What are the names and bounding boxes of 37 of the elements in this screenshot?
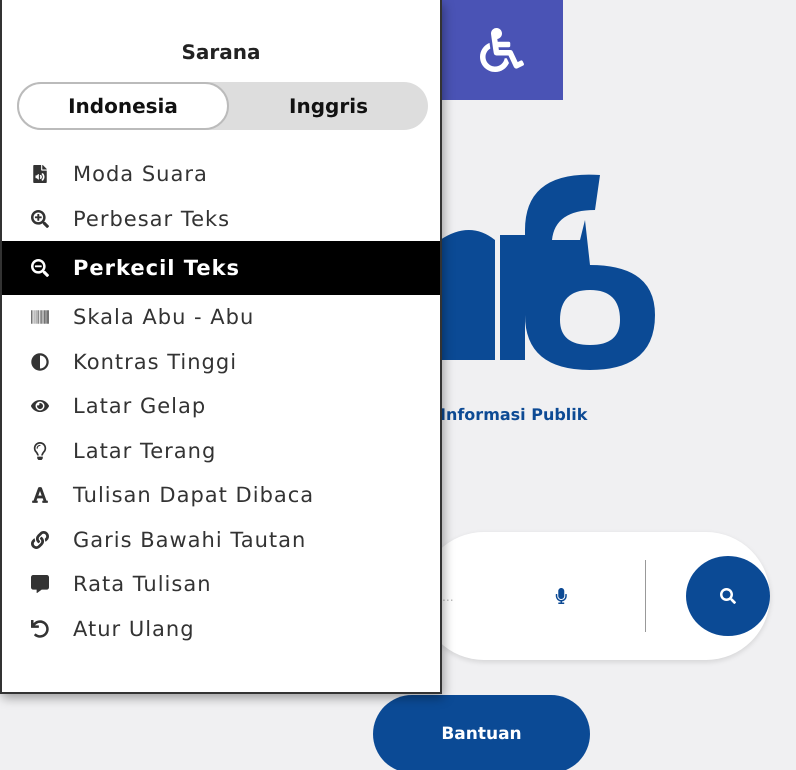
menu-item-label: Garis Bawahi Tautan [73, 528, 306, 552]
barcode-icon [29, 308, 51, 326]
menu-item-label: Perkecil Teks [73, 256, 240, 280]
undo-icon [29, 620, 51, 638]
help-button[interactable]: Bantuan [373, 695, 590, 770]
menu-item[interactable]: Kontras Tinggi [2, 340, 440, 384]
menu-item[interactable]: Skala Abu - Abu [2, 295, 440, 340]
speech-bubble-icon [29, 575, 51, 594]
menu-item-label: Latar Gelap [73, 394, 206, 418]
menu-item-label: Tulisan Dapat Dibaca [73, 483, 314, 508]
panel-title: Sarana [180, 40, 262, 64]
contrast-icon [29, 352, 51, 371]
search-field[interactable]: ... [440, 587, 544, 605]
menu-item-label: Latar Terang [73, 438, 216, 463]
microphone-icon[interactable] [554, 588, 569, 604]
menu-item[interactable]: Latar Terang [2, 428, 440, 473]
menu-item[interactable]: Perkecil Teks [2, 241, 440, 295]
accessibility-button[interactable] [440, 0, 563, 100]
menu-item[interactable]: Perbesar Teks [2, 196, 440, 241]
menu-item[interactable]: Tulisan Dapat Dibaca [2, 473, 440, 518]
wheelchair-icon [480, 28, 524, 72]
menu-item-label: Rata Tulisan [73, 572, 212, 596]
menu-item-label: Perbesar Teks [73, 206, 230, 231]
zoom-in-icon [29, 210, 51, 228]
menu-item-label: Moda Suara [73, 162, 208, 186]
menu-item-label: Atur Ulang [73, 616, 195, 641]
zoom-out-icon [29, 259, 51, 277]
language-option[interactable]: Indonesia [17, 82, 229, 130]
menu-item[interactable]: Moda Suara [2, 152, 440, 196]
language-option[interactable]: Inggris [229, 82, 428, 130]
menu-item-label: Kontras Tinggi [73, 350, 238, 374]
menu-item[interactable]: Latar Gelap [2, 384, 440, 428]
search-icon [720, 588, 736, 604]
letter-icon [29, 486, 51, 504]
tagline: Informasi Publik [440, 405, 588, 424]
link-icon [29, 530, 51, 549]
menu-item-label: Skala Abu - Abu [73, 305, 254, 330]
